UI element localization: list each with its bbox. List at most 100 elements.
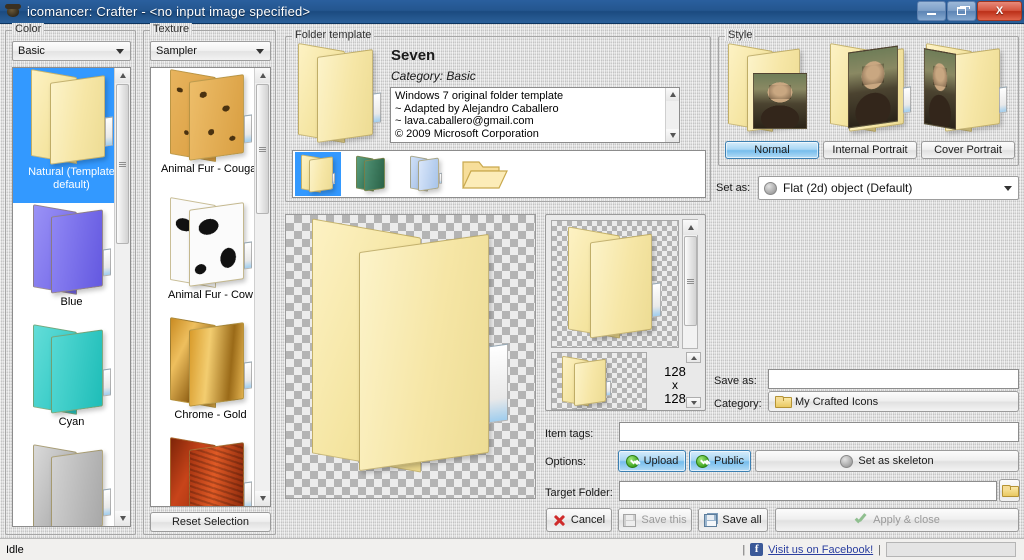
- save-this-button[interactable]: Save this: [618, 508, 692, 532]
- category-selector-button[interactable]: My Crafted Icons: [768, 391, 1019, 412]
- preview-size-next[interactable]: [551, 352, 647, 410]
- color-list-scrollbar[interactable]: [114, 68, 130, 526]
- floppy-stack-icon: [704, 513, 718, 527]
- scroll-down-icon[interactable]: [255, 491, 270, 506]
- texture-swatch-icon: [167, 68, 255, 163]
- template-thumbnail-classic-open[interactable]: [457, 152, 513, 196]
- facebook-link[interactable]: Visit us on Facebook!: [768, 544, 873, 556]
- restore-button[interactable]: [947, 1, 976, 21]
- folder-icon: [775, 395, 792, 408]
- color-panel-legend: Color: [12, 23, 45, 35]
- save-as-input[interactable]: [768, 369, 1019, 389]
- browse-target-folder-button[interactable]: [999, 479, 1020, 502]
- list-item[interactable]: Blue: [13, 203, 130, 323]
- check-icon: [854, 514, 868, 526]
- list-item[interactable]: [13, 443, 130, 526]
- apply-close-label: Apply & close: [873, 514, 940, 526]
- folder-swatch-icon: [30, 323, 114, 416]
- list-item[interactable]: Animal Fur - Cougar: [151, 68, 270, 196]
- style-button-internal-portrait[interactable]: Internal Portrait: [823, 141, 917, 159]
- template-name: Seven: [391, 47, 436, 64]
- scroll-up-icon[interactable]: [255, 68, 270, 83]
- style-panel: Style Normal Internal Portrait Cover Por…: [718, 29, 1019, 166]
- list-item[interactable]: [151, 436, 270, 506]
- cancel-button[interactable]: Cancel: [546, 508, 612, 532]
- application-window: icomancer: Crafter - <no input image spe…: [0, 0, 1024, 560]
- texture-category-value: Sampler: [156, 45, 197, 57]
- template-thumbnail-yellow[interactable]: [295, 152, 341, 196]
- close-button[interactable]: X: [977, 1, 1022, 21]
- texture-list[interactable]: Animal Fur - Cougar Animal Fur - Cow Chr…: [150, 67, 271, 507]
- folder-open-icon: [462, 161, 508, 189]
- color-panel: Color Basic Natural (Template default) B…: [5, 23, 136, 535]
- minimize-button[interactable]: [917, 1, 946, 21]
- size-spinner-down[interactable]: [686, 397, 701, 408]
- texture-swatch-icon: [167, 436, 255, 506]
- save-this-label: Save this: [641, 514, 687, 526]
- list-item[interactable]: Animal Fur - Cow: [151, 196, 270, 316]
- main-preview-canvas[interactable]: [285, 214, 536, 499]
- list-item[interactable]: Cyan: [13, 323, 130, 443]
- list-item[interactable]: Chrome - Gold: [151, 316, 270, 436]
- size-spinner-up[interactable]: [686, 352, 701, 363]
- mona-lisa-image: [753, 73, 807, 129]
- texture-category-dropdown[interactable]: Sampler: [150, 41, 271, 61]
- list-item[interactable]: Natural (Template default): [13, 68, 130, 203]
- scroll-up-icon[interactable]: [666, 88, 679, 101]
- template-thumbnail-glass[interactable]: [403, 152, 449, 196]
- title-bar: icomancer: Crafter - <no input image spe…: [0, 0, 1024, 24]
- scroll-down-icon[interactable]: [115, 511, 130, 526]
- scrollbar-thumb[interactable]: [256, 84, 269, 214]
- set-as-label: Set as:: [716, 182, 751, 194]
- template-description-box[interactable]: Windows 7 original folder template ~ Ada…: [390, 87, 680, 143]
- upload-toggle-button[interactable]: Upload: [618, 450, 686, 472]
- scrollbar-thumb[interactable]: [684, 236, 697, 326]
- scroll-up-icon[interactable]: [115, 68, 130, 83]
- description-line: ~ Adapted by Alejandro Caballero: [395, 102, 559, 115]
- style-panel-legend: Style: [725, 29, 756, 41]
- item-tags-input[interactable]: [619, 422, 1019, 442]
- texture-list-scrollbar[interactable]: [254, 68, 270, 506]
- description-line: ~ lava.caballero@gmail.com: [395, 115, 534, 127]
- description-line: © 2009 Microsoft Corporation: [395, 127, 539, 140]
- folder-swatch-icon: [30, 443, 114, 526]
- set-as-dropdown[interactable]: Flat (2d) object (Default): [758, 176, 1019, 200]
- preview-size-128[interactable]: [551, 220, 679, 348]
- template-thumbnail-green[interactable]: [349, 152, 395, 196]
- style-preview-cover[interactable]: [922, 42, 1016, 137]
- style-preview-internal[interactable]: [826, 42, 920, 137]
- description-scrollbar[interactable]: [665, 88, 679, 142]
- texture-swatch-icon: [167, 316, 255, 409]
- app-icon: [4, 3, 22, 21]
- preview-sizes-scrollbar[interactable]: [682, 219, 698, 349]
- list-item-label: Animal Fur - Cow: [168, 289, 253, 301]
- folder-template-panel: Folder template Seven Category: Basic Wi…: [285, 29, 711, 202]
- reset-selection-button[interactable]: Reset Selection: [150, 512, 271, 532]
- preview-folder-icon: [560, 355, 612, 407]
- color-category-dropdown[interactable]: Basic: [12, 41, 131, 61]
- category-label: Category:: [714, 398, 762, 410]
- list-item-label: Natural (Template default): [28, 166, 115, 191]
- style-preview-normal[interactable]: [725, 42, 819, 137]
- skeleton-label: Set as skeleton: [858, 455, 934, 467]
- public-toggle-button[interactable]: Public: [689, 450, 751, 472]
- list-item-label: Cyan: [58, 416, 85, 428]
- color-list[interactable]: Natural (Template default) Blue Cyan: [12, 67, 131, 527]
- status-separator: |: [742, 543, 746, 556]
- set-as-skeleton-button[interactable]: Set as skeleton: [755, 450, 1019, 472]
- save-all-button[interactable]: Save all: [698, 508, 768, 532]
- status-progress-panel: [886, 542, 1016, 557]
- scroll-down-icon[interactable]: [666, 129, 679, 142]
- template-thumbnail-strip[interactable]: [292, 150, 706, 198]
- target-folder-input[interactable]: [619, 481, 997, 501]
- apply-and-close-button[interactable]: Apply & close: [775, 508, 1019, 532]
- scrollbar-thumb[interactable]: [116, 84, 129, 244]
- template-preview-icon: [294, 42, 384, 145]
- facebook-icon[interactable]: f: [750, 543, 764, 556]
- status-bar: Idle | f Visit us on Facebook! |: [0, 538, 1024, 560]
- window-controls: X: [917, 1, 1022, 21]
- style-button-normal[interactable]: Normal: [725, 141, 819, 159]
- style-button-cover-portrait[interactable]: Cover Portrait: [921, 141, 1015, 159]
- mona-lisa-image: [848, 45, 898, 129]
- scroll-up-icon[interactable]: [683, 220, 698, 235]
